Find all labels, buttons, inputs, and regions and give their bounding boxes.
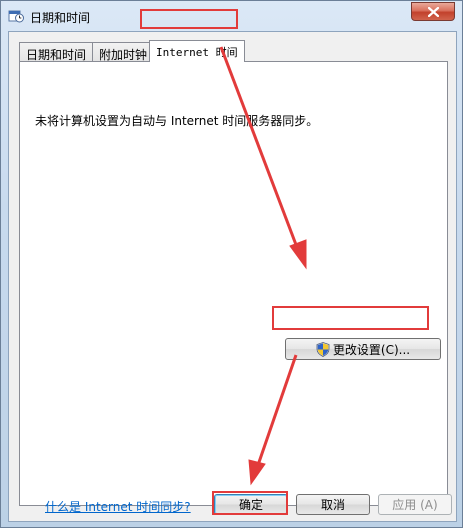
dialog-client-area: 日期和时间 附加时钟 Internet 时间 未将计算机设置为自动与 Inter…: [8, 31, 457, 522]
tab-additional-clocks[interactable]: 附加时钟: [92, 42, 155, 62]
tab-highlight-box: [140, 9, 238, 29]
cancel-label: 取消: [320, 498, 345, 512]
window-title: 日期和时间: [30, 11, 91, 25]
change-settings-button[interactable]: 更改设置(C)...: [285, 338, 441, 360]
close-icon: [427, 6, 439, 17]
sync-status-text: 未将计算机设置为自动与 Internet 时间服务器同步。: [35, 114, 319, 128]
internet-time-help-link[interactable]: 什么是 Internet 时间同步?: [45, 498, 191, 515]
tab-label: 附加时钟: [99, 48, 148, 62]
ok-button-highlight-box: [212, 491, 288, 515]
tab-date-time[interactable]: 日期和时间: [19, 42, 94, 62]
apply-label: 应用 (A): [392, 498, 438, 512]
close-button[interactable]: [411, 2, 455, 21]
uac-shield-icon: [316, 341, 330, 357]
tab-label: 日期和时间: [26, 48, 87, 62]
date-time-clock-icon: [8, 10, 24, 23]
date-time-dialog: 日期和时间 日期和时间 附加时钟 Internet 时间 未将计算机设置为自动与…: [0, 0, 463, 528]
internet-time-panel: 未将计算机设置为自动与 Internet 时间服务器同步。 更改设置(C)...…: [19, 61, 448, 514]
apply-button: 应用 (A): [378, 494, 452, 515]
cancel-button[interactable]: 取消: [296, 494, 370, 515]
change-settings-label: 更改设置(C)...: [332, 342, 411, 357]
tab-label: Internet 时间: [156, 46, 238, 59]
change-button-highlight-box: [272, 306, 429, 330]
tab-internet-time[interactable]: Internet 时间: [149, 40, 245, 62]
